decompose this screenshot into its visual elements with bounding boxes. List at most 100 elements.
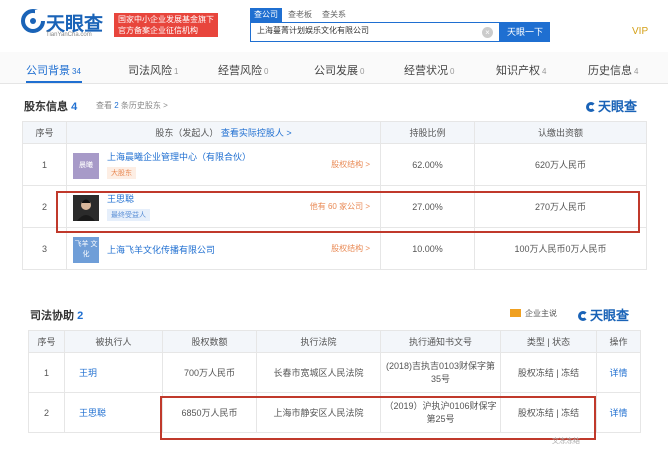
equity-structure-link[interactable]: 股权结构 > — [331, 243, 370, 254]
company-avatar: 晨曦 — [73, 152, 99, 179]
row-index: 1 — [22, 143, 67, 186]
ratio-cell: 62.00% — [380, 143, 475, 186]
type-status-cell: 股权冻结 | 冻结 — [500, 352, 597, 393]
court-cell: 长春市宽城区人民法院 — [256, 352, 381, 393]
section-divider — [0, 270, 668, 286]
tab-label: 知识产权 — [496, 65, 540, 77]
tab-count: 0 — [264, 67, 269, 76]
notice-number-cell: (2018)吉执吉0103财保字第35号 — [380, 352, 501, 393]
col-index: 序号 — [28, 330, 65, 353]
holder-cell: 飞羊 文化 上海飞羊文化传播有限公司 股权结构 > — [66, 227, 381, 270]
search-tab-boss[interactable]: 查老板 — [284, 8, 316, 22]
executed-person-link[interactable]: 王玥 — [64, 352, 163, 393]
search-input[interactable] — [257, 26, 477, 35]
actual-controller-link[interactable]: 查看实际控股人 > — [221, 128, 292, 138]
clear-icon[interactable]: × — [482, 27, 493, 38]
section-tabs: 公司背景 34 司法风险 1 经营风险 0 公司发展 0 经营状况 0 知识产权 4 历史信… — [0, 52, 668, 84]
watermark-text: 天眼查 — [590, 308, 630, 323]
col-operation: 操作 — [596, 330, 641, 353]
active-tab-underline — [26, 81, 82, 83]
equity-structure-link[interactable]: 股权结构 > — [331, 159, 370, 170]
tab-label: 司法风险 — [128, 65, 172, 77]
capital-cell: 620万人民币 — [474, 143, 647, 186]
watermark-text: 天眼查 — [598, 99, 638, 114]
history-prefix: 查看 — [96, 101, 112, 110]
tab-operation[interactable]: 经营状况 0 — [404, 62, 454, 78]
row-index: 1 — [28, 352, 65, 393]
row-index: 2 — [28, 392, 65, 433]
major-shareholder-tag: 大股东 — [107, 166, 136, 179]
logo-eye-icon — [578, 311, 588, 321]
executed-person-link[interactable]: 王思聪 — [64, 392, 163, 433]
tianyancha-logo[interactable]: 天眼查 TianYanCha.com — [20, 8, 110, 42]
ratio-cell: 10.00% — [380, 227, 475, 270]
company-news-link[interactable]: 企业主说 — [510, 308, 557, 319]
tab-history[interactable]: 历史信息 4 — [588, 62, 638, 78]
tab-count: 0 — [450, 67, 455, 76]
tab-company-background[interactable]: 公司背景 34 — [26, 62, 81, 78]
row-index: 3 — [22, 227, 67, 270]
highlight-box-shareholder — [56, 191, 640, 233]
col-ratio: 持股比例 — [380, 121, 475, 144]
watermark-logo: 天眼查 — [586, 96, 637, 115]
col-court: 执行法院 — [256, 330, 381, 353]
judicial-count: 2 — [77, 310, 84, 322]
tab-business-risk[interactable]: 经营风险 0 — [218, 62, 268, 78]
details-link[interactable]: 详情 — [596, 352, 641, 393]
tab-count: 4 — [542, 67, 547, 76]
details-link[interactable]: 详情 — [596, 392, 641, 433]
col-holder: 股东（发起人） 查看实际控股人 > — [66, 121, 381, 144]
tab-label: 公司背景 — [26, 65, 70, 77]
shareholders-title: 股东信息 4 — [24, 98, 77, 114]
judicial-title-text: 司法协助 — [30, 310, 74, 322]
search-tab-company[interactable]: 查公司 — [250, 8, 282, 22]
search-button[interactable]: 天眼一下 — [500, 22, 550, 42]
tab-label: 公司发展 — [314, 65, 358, 77]
tab-count: 4 — [634, 67, 639, 76]
judicial-title: 司法协助 2 — [30, 307, 83, 323]
company-news-label: 企业主说 — [525, 309, 557, 318]
tab-label: 经营风险 — [218, 65, 262, 77]
table-header-row: 序号 被执行人 股权数额 执行法院 执行通知书文号 类型 | 状态 操作 — [28, 330, 641, 353]
col-equity-amount: 股权数额 — [162, 330, 257, 353]
table-row: 1 晨曦 上海晨曦企业管理中心（有限合伙） 大股东 股权结构 > 62.00% … — [22, 143, 647, 186]
highlight-box-judicial — [160, 396, 596, 440]
logo-url: TianYanCha.com — [46, 32, 92, 38]
table-header-row: 序号 股东（发起人） 查看实际控股人 > 持股比例 认缴出资额 — [22, 121, 647, 144]
bottom-watermark: 文冻冻结 — [552, 438, 580, 445]
search-tab-relation[interactable]: 查关系 — [318, 8, 350, 22]
col-notice-number: 执行通知书文号 — [380, 330, 501, 353]
tab-development[interactable]: 公司发展 0 — [314, 62, 364, 78]
tab-count: 0 — [360, 67, 365, 76]
history-suffix: 条历史股东 > — [120, 101, 168, 110]
col-capital: 认缴出资额 — [474, 121, 647, 144]
shareholders-count: 4 — [71, 101, 78, 113]
search-box: × — [250, 22, 500, 42]
tab-ip[interactable]: 知识产权 4 — [496, 62, 546, 78]
logo-eye-icon — [21, 9, 46, 33]
table-row: 3 飞羊 文化 上海飞羊文化传播有限公司 股权结构 > 10.00% 100万人… — [22, 227, 647, 270]
search-tabs: 查公司 查老板 查关系 — [250, 8, 350, 22]
tab-label: 经营状况 — [404, 65, 448, 77]
shareholders-title-text: 股东信息 — [24, 101, 68, 113]
tab-count: 34 — [72, 67, 81, 76]
tab-judicial-risk[interactable]: 司法风险 1 — [128, 62, 178, 78]
equity-amount-cell: 700万人民币 — [162, 352, 257, 393]
tab-label: 历史信息 — [588, 65, 632, 77]
history-shareholders-link[interactable]: 查看 2 条历史股东 > — [96, 100, 168, 111]
capital-cell: 100万人民币0万人民币 — [474, 227, 647, 270]
holder-name-link[interactable]: 上海晨曦企业管理中心（有限合伙） — [107, 150, 287, 163]
holder-cell: 晨曦 上海晨曦企业管理中心（有限合伙） 大股东 股权结构 > — [66, 143, 381, 186]
official-badge: 国家中小企业发展基金旗下 官方备案企业征信机构 — [114, 13, 218, 37]
speaker-icon — [510, 309, 521, 317]
logo-eye-icon — [586, 102, 596, 112]
table-row: 1 王玥 700万人民币 长春市宽城区人民法院 (2018)吉执吉0103财保字… — [28, 352, 641, 393]
watermark-logo: 天眼查 — [578, 305, 629, 324]
top-header: 天眼查 TianYanCha.com 国家中小企业发展基金旗下 官方备案企业征信… — [0, 0, 668, 50]
vip-link[interactable]: VIP — [632, 26, 648, 37]
col-index: 序号 — [22, 121, 67, 144]
holder-name-link[interactable]: 上海飞羊文化传播有限公司 — [107, 243, 307, 256]
col-executed-person: 被执行人 — [64, 330, 163, 353]
company-avatar: 飞羊 文化 — [73, 236, 99, 263]
col-type-status: 类型 | 状态 — [500, 330, 597, 353]
